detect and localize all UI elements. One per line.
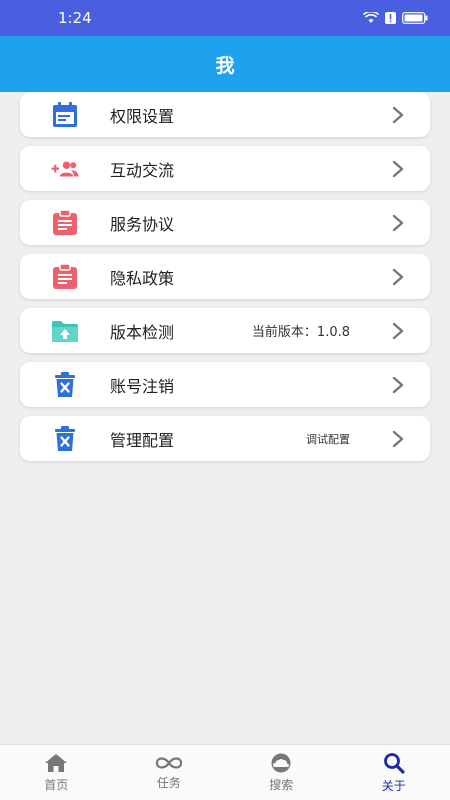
current-version-text: 当前版本：1.0.8 <box>251 325 350 340</box>
menu-item-label: 服务协议 <box>110 214 175 234</box>
home-icon <box>45 753 68 772</box>
chevron-right-icon <box>392 214 404 231</box>
chevron-right-icon <box>392 430 404 447</box>
chevron-right-icon <box>392 106 404 123</box>
cloud-icon <box>271 753 291 772</box>
chevron-right-icon <box>392 160 404 177</box>
menu-item-privacy-policy[interactable]: 隐私政策 <box>20 254 430 299</box>
tab-label: 任务 <box>156 775 181 790</box>
search-icon <box>383 752 405 774</box>
tab-about[interactable]: 关于 <box>338 745 450 800</box>
menu-item-label: 互动交流 <box>110 160 175 180</box>
menu-item-version-check[interactable]: 版本检测 当前版本：1.0.8 <box>20 308 430 353</box>
menu-item-interaction[interactable]: 互动交流 <box>20 146 430 191</box>
add-group-icon <box>50 155 80 183</box>
wifi-icon <box>363 12 379 23</box>
trash-icon <box>50 371 80 399</box>
menu-item-label: 版本检测 <box>110 322 175 342</box>
tab-label: 关于 <box>381 778 406 793</box>
tab-label: 首页 <box>44 777 69 792</box>
menu-item-label: 管理配置 <box>110 430 175 450</box>
menu-item-label: 账号注销 <box>110 376 175 396</box>
page-title: 我 <box>215 54 235 77</box>
calendar-icon <box>50 101 80 129</box>
status-icons <box>363 12 428 24</box>
menu-item-account-deletion[interactable]: 账号注销 <box>20 362 430 407</box>
tab-home[interactable]: 首页 <box>0 745 113 800</box>
menu-item-admin-config[interactable]: 管理配置 调试配置 <box>20 416 430 461</box>
battery-icon <box>402 12 428 24</box>
tab-search[interactable]: 搜索 <box>225 745 338 800</box>
menu-item-service-agreement[interactable]: 服务协议 <box>20 200 430 245</box>
tab-label: 搜索 <box>269 777 294 792</box>
chevron-right-icon <box>392 322 404 339</box>
status-bar: 1:24 <box>0 0 450 36</box>
infinity-icon <box>155 756 182 769</box>
bottom-tab-bar: 首页 任务 搜索 关于 <box>0 744 450 800</box>
page-header: 我 <box>0 36 450 92</box>
alert-icon <box>385 12 396 24</box>
menu-item-label: 权限设置 <box>110 106 175 126</box>
tab-tasks[interactable]: 任务 <box>113 745 226 800</box>
chevron-right-icon <box>392 268 404 285</box>
upload-folder-icon <box>50 317 80 345</box>
clipboard-icon <box>50 263 80 291</box>
chevron-right-icon <box>392 376 404 393</box>
menu-item-permission-settings[interactable]: 权限设置 <box>20 92 430 137</box>
debug-config-text: 调试配置 <box>306 432 350 446</box>
clipboard-icon <box>50 209 80 237</box>
trash-icon <box>50 425 80 453</box>
status-time: 1:24 <box>58 9 92 27</box>
menu-item-label: 隐私政策 <box>110 268 175 288</box>
